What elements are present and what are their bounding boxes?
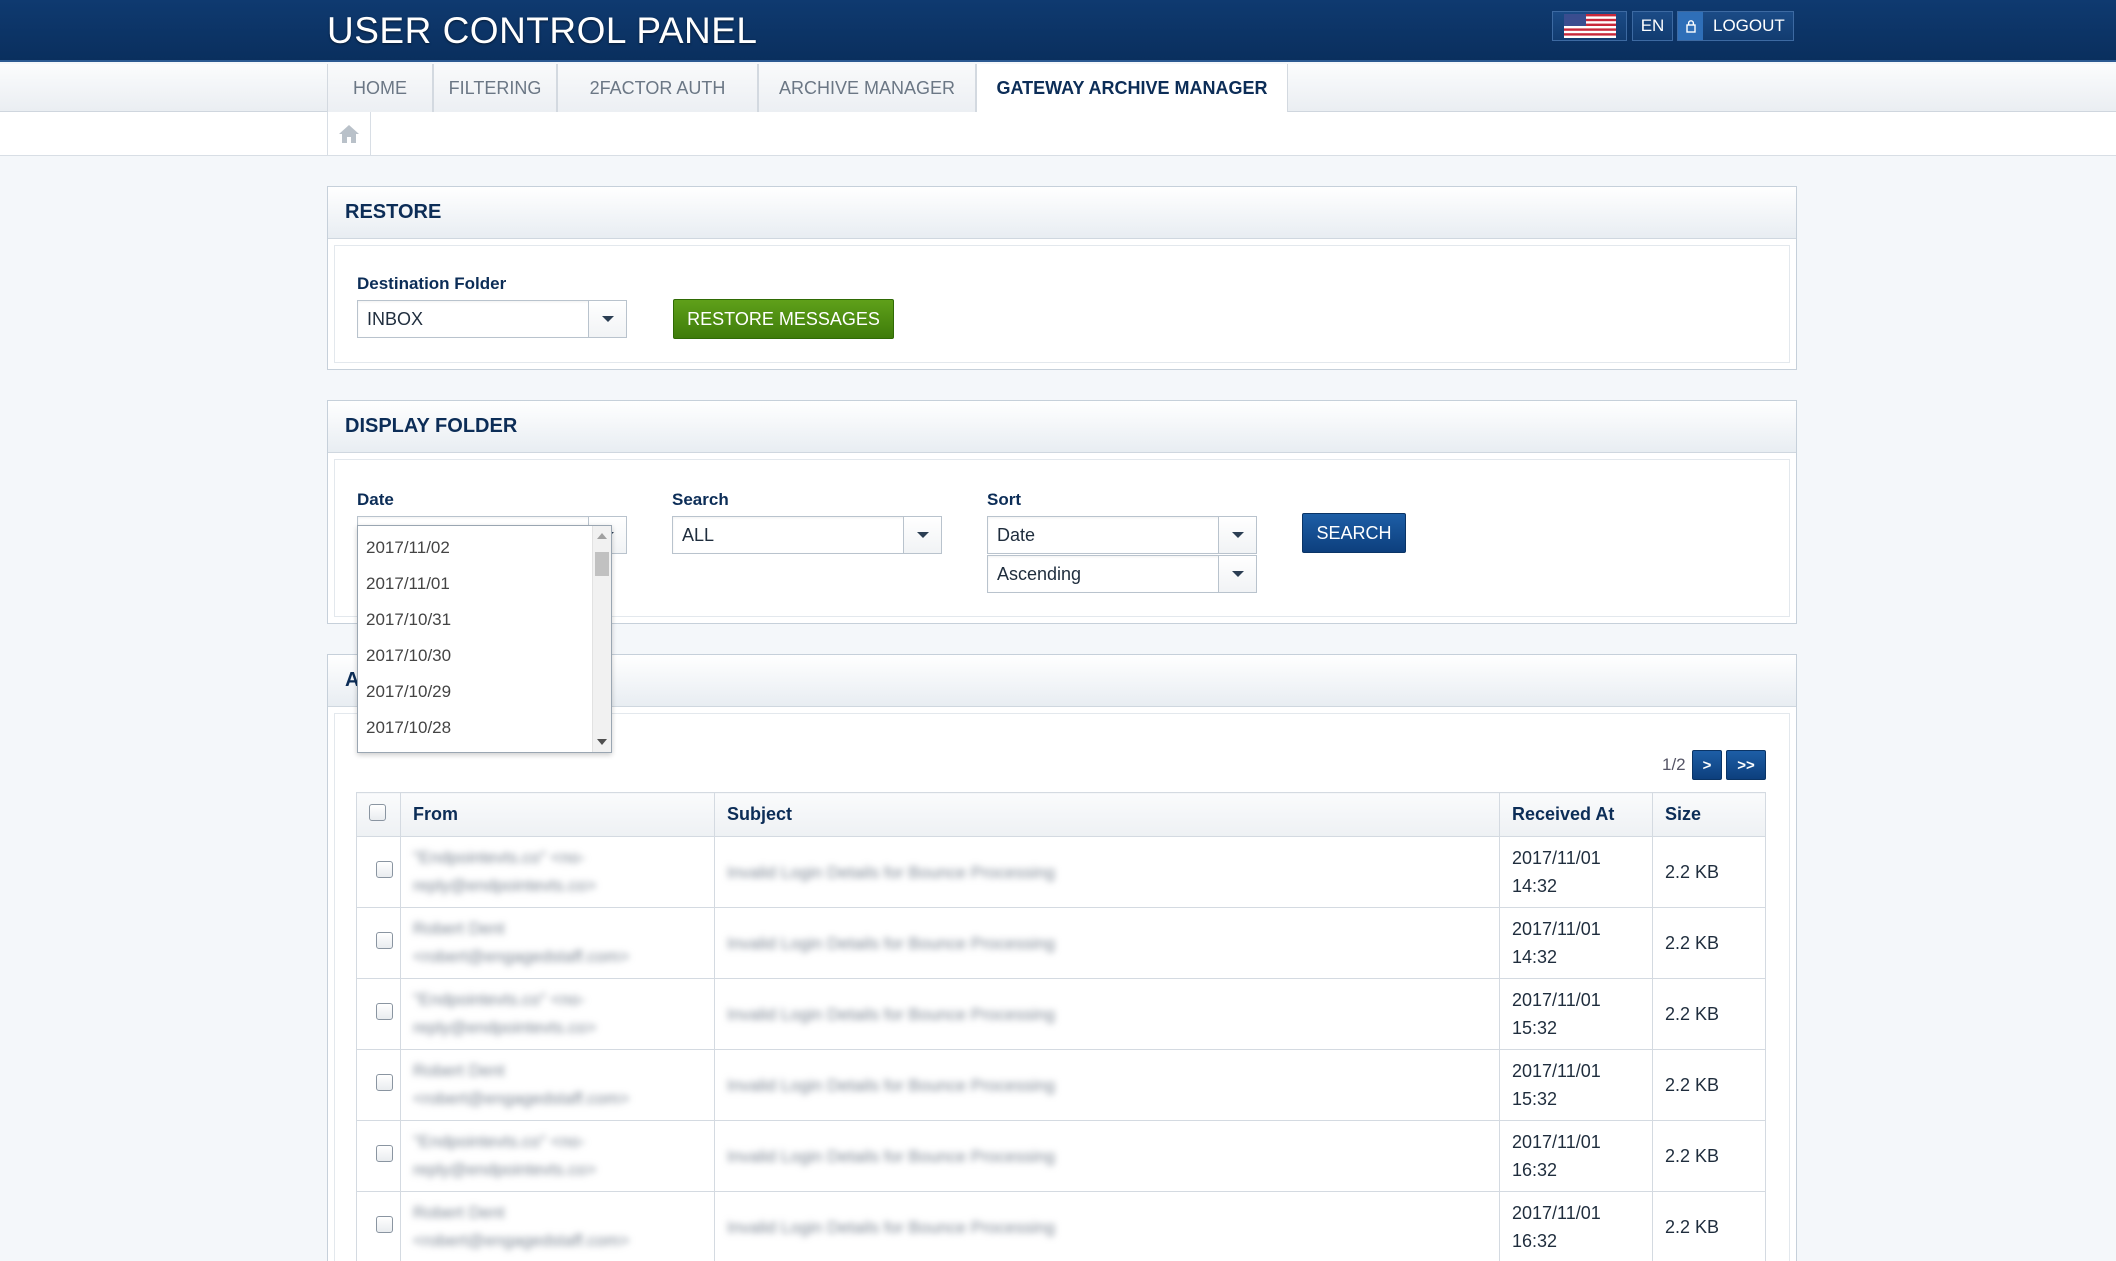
table-row[interactable]: "Endpointevts.co" <no-reply@endpointevts… [356,836,1766,908]
app-title: USER CONTROL PANEL [327,10,758,51]
table-row[interactable]: "Endpointevts.co" <no-reply@endpointevts… [356,1120,1766,1192]
column-subject[interactable]: Subject [714,792,1500,837]
search-select[interactable]: ALL [672,516,942,554]
subject-cell[interactable]: Invalid Login Details for Bounce Process… [714,1120,1500,1192]
sort-field-select[interactable]: Date [987,516,1257,554]
size-cell: 2.2 KB [1652,1191,1766,1261]
main-nav: HOME FILTERING 2FACTOR AUTH ARCHIVE MANA… [0,64,2116,113]
from-cell: "Endpointevts.co" <no-reply@endpointevts… [400,978,715,1050]
home-icon [339,125,359,143]
caret-down-icon [588,301,626,337]
subject-cell[interactable]: Invalid Login Details for Bounce Process… [714,978,1500,1050]
select-all-checkbox[interactable] [369,803,386,821]
sort-order-select[interactable]: Ascending [987,555,1257,593]
messages-table: From Subject Received At Size "Endpointe… [356,792,1766,1261]
breadcrumb-home[interactable] [327,112,371,156]
restore-panel: RESTORE Destination Folder INBOX RESTORE… [327,186,1797,370]
size-cell: 2.2 KB [1652,907,1766,979]
subject-cell[interactable]: Invalid Login Details for Bounce Process… [714,1191,1500,1261]
destination-folder-select[interactable]: INBOX [357,300,627,338]
received-cell: 2017/11/01 14:32 [1499,836,1653,908]
scroll-down-icon[interactable] [597,739,607,745]
last-page-button[interactable]: >> [1726,750,1766,780]
row-checkbox[interactable] [376,1074,393,1091]
caret-down-icon [1218,556,1256,592]
subject-cell[interactable]: Invalid Login Details for Bounce Process… [714,907,1500,979]
sort-field-value: Date [997,524,1036,545]
scrollbar-thumb[interactable] [595,552,609,576]
destination-folder-value: INBOX [367,308,424,329]
us-flag-icon [1563,14,1616,38]
column-size[interactable]: Size [1652,792,1766,837]
from-cell: Robert Dent <robert@engagedstaff.com> [400,907,715,979]
restore-panel-title: RESTORE [328,187,1796,239]
row-checkbox[interactable] [376,1003,393,1020]
from-cell: "Endpointevts.co" <no-reply@endpointevts… [400,1120,715,1192]
tab-gateway-archive-manager[interactable]: GATEWAY ARCHIVE MANAGER [976,64,1288,113]
size-cell: 2.2 KB [1652,1120,1766,1192]
sort-order-value: Ascending [997,563,1082,584]
subject-cell[interactable]: Invalid Login Details for Bounce Process… [714,836,1500,908]
lock-icon [1678,12,1703,40]
received-cell: 2017/11/01 14:32 [1499,907,1653,979]
pager-text: 1/2 [1662,755,1686,774]
breadcrumb [0,112,2116,156]
next-page-button[interactable]: > [1692,750,1722,780]
language-flag-button[interactable] [1552,11,1627,41]
caret-down-icon [1218,517,1256,553]
received-cell: 2017/11/01 16:32 [1499,1120,1653,1192]
logout-button[interactable]: LOGOUT [1677,11,1794,41]
subject-cell[interactable]: Invalid Login Details for Bounce Process… [714,1049,1500,1121]
row-checkbox[interactable] [376,1145,393,1162]
caret-down-icon [903,517,941,553]
from-cell: "Endpointevts.co" <no-reply@endpointevts… [400,836,715,908]
size-cell: 2.2 KB [1652,1049,1766,1121]
sort-label: Sort [987,490,1021,509]
date-option[interactable]: 2017/11/02 [358,530,611,566]
tab-2factor-auth[interactable]: 2FACTOR AUTH [557,64,758,112]
date-option[interactable]: 2017/10/29 [358,674,611,710]
tab-home[interactable]: HOME [327,64,433,112]
row-checkbox[interactable] [376,861,393,878]
date-option[interactable]: 2017/10/31 [358,602,611,638]
size-cell: 2.2 KB [1652,836,1766,908]
date-option[interactable]: 2017/11/01 [358,566,611,602]
received-cell: 2017/11/01 15:32 [1499,1049,1653,1121]
size-cell: 2.2 KB [1652,978,1766,1050]
top-bar: USER CONTROL PANEL EN LOGOUT [0,0,2116,62]
scroll-up-icon[interactable] [597,533,607,539]
logout-label: LOGOUT [1713,16,1785,35]
dropdown-scrollbar[interactable] [592,526,611,752]
restore-panel-body: Destination Folder INBOX RESTORE MESSAGE… [334,245,1790,363]
column-received-at[interactable]: Received At [1499,792,1653,837]
tab-archive-manager[interactable]: ARCHIVE MANAGER [758,64,976,112]
date-option[interactable]: 2017/10/28 [358,710,611,746]
row-checkbox[interactable] [376,1216,393,1233]
tab-filtering[interactable]: FILTERING [433,64,557,112]
date-option[interactable]: 2017/10/30 [358,638,611,674]
from-cell: Robert Dent <robert@engagedstaff.com> [400,1049,715,1121]
date-dropdown-list[interactable]: 2017/11/02 2017/11/01 2017/10/31 2017/10… [357,525,612,753]
table-header-row: From Subject Received At Size [356,792,1766,837]
table-row[interactable]: Robert Dent <robert@engagedstaff.com> Inv… [356,1049,1766,1121]
column-from[interactable]: From [400,792,715,837]
row-checkbox[interactable] [376,932,393,949]
display-folder-title: DISPLAY FOLDER [328,401,1796,453]
table-row[interactable]: Robert Dent <robert@engagedstaff.com> Inv… [356,907,1766,979]
search-label: Search [672,490,729,509]
destination-folder-label: Destination Folder [357,274,507,293]
restore-messages-button[interactable]: RESTORE MESSAGES [673,299,894,339]
received-cell: 2017/11/01 15:32 [1499,978,1653,1050]
search-button[interactable]: SEARCH [1302,513,1406,553]
select-all-cell [356,792,401,837]
search-select-value: ALL [682,524,715,545]
table-row[interactable]: "Endpointevts.co" <no-reply@endpointevts… [356,978,1766,1050]
table-row[interactable]: Robert Dent <robert@engagedstaff.com> Inv… [356,1191,1766,1261]
date-label: Date [357,490,394,509]
language-button[interactable]: EN [1632,11,1673,41]
from-cell: Robert Dent <robert@engagedstaff.com> [400,1191,715,1261]
received-cell: 2017/11/01 16:32 [1499,1191,1653,1261]
